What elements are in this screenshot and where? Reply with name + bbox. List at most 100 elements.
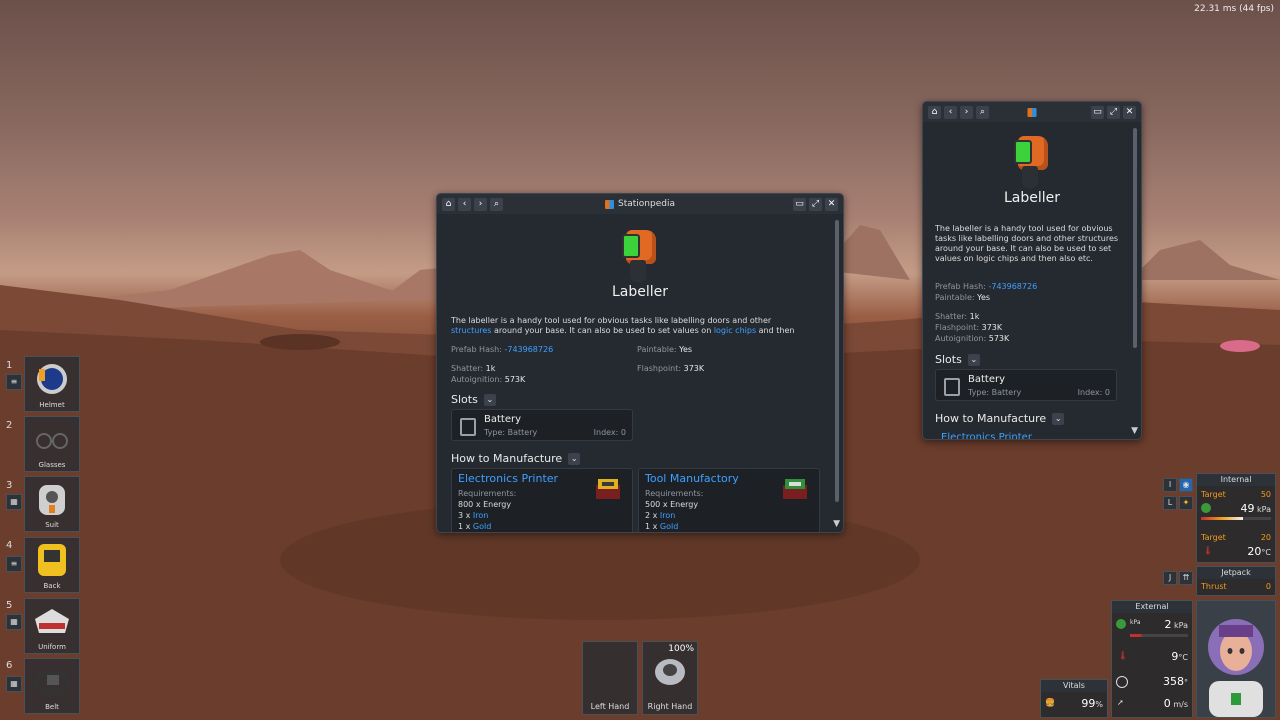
- prefab-hash: Prefab Hash: -743968726: [935, 282, 1037, 291]
- slot-label: Helmet: [39, 401, 65, 409]
- back-icon[interactable]: ‹: [458, 197, 471, 211]
- prefab-label: Prefab Hash:: [935, 282, 986, 291]
- close-icon[interactable]: ✕: [1123, 105, 1136, 119]
- desc-text: The labeller is a handy tool used for ob…: [451, 316, 772, 325]
- gold-link[interactable]: Gold: [660, 522, 678, 531]
- food-icon: 🍔: [1045, 698, 1055, 707]
- inventory-slot-helmet[interactable]: Helmet: [24, 356, 80, 412]
- slot-index: Index: 0: [1077, 388, 1110, 397]
- home-icon[interactable]: ⌂: [442, 197, 455, 211]
- battery-icon: [460, 418, 476, 436]
- light-icon[interactable]: ✦: [1179, 496, 1193, 510]
- slot-grid-icon[interactable]: ▦: [6, 494, 22, 510]
- inventory-slot-glasses[interactable]: Glasses: [24, 416, 80, 472]
- search-icon[interactable]: ⌕: [976, 105, 989, 119]
- item-title: Labeller: [611, 284, 669, 300]
- panel-title: Jetpack: [1197, 567, 1275, 579]
- slot-number: 2: [6, 420, 13, 431]
- chevron-down-icon[interactable]: ⌄: [1052, 412, 1065, 425]
- chevron-down-icon[interactable]: ⌄: [483, 393, 496, 406]
- recipe-card[interactable]: Tool Manufactory Requirements: 500 x Ene…: [638, 468, 820, 532]
- chevron-down-icon[interactable]: ⌄: [967, 353, 980, 366]
- inventory-slot-suit[interactable]: Suit: [24, 476, 80, 532]
- slot-grid-icon[interactable]: ▦: [6, 614, 22, 630]
- tool-manufactory-icon: [783, 479, 807, 499]
- manufacture-heading[interactable]: How to Manufacture ⌄: [451, 452, 581, 465]
- right-hand-slot[interactable]: 100% Right Hand: [642, 641, 698, 715]
- compass-icon: [1116, 676, 1128, 688]
- back-icon[interactable]: ‹: [944, 105, 957, 119]
- recipe-title[interactable]: Electronics Printer: [458, 472, 558, 485]
- book-icon: [605, 199, 615, 209]
- inventory-slot-uniform[interactable]: Uniform: [24, 598, 80, 654]
- iron-link[interactable]: Iron: [660, 511, 675, 520]
- req-label: Requirements:: [458, 489, 517, 498]
- expand-icon[interactable]: ⤢: [1107, 105, 1120, 119]
- chevron-down-icon[interactable]: ⌄: [568, 452, 581, 465]
- durability-percent: 100%: [668, 644, 694, 654]
- slot-number: 4: [6, 540, 13, 551]
- gold-link[interactable]: Gold: [473, 522, 491, 531]
- close-icon[interactable]: ✕: [825, 197, 838, 211]
- key-l-button[interactable]: L: [1163, 496, 1177, 510]
- forward-icon[interactable]: ›: [960, 105, 973, 119]
- duct-tape-icon: [655, 659, 685, 685]
- left-hand-slot[interactable]: Left Hand: [582, 641, 638, 715]
- minimize-icon[interactable]: ▭: [1091, 105, 1104, 119]
- slot-grid-icon[interactable]: ▦: [6, 676, 22, 692]
- scroll-down-icon[interactable]: ▼: [833, 519, 840, 529]
- paintable-value: Yes: [977, 293, 991, 302]
- key-i-button[interactable]: I: [1163, 478, 1177, 492]
- key-j-button[interactable]: J: [1163, 571, 1177, 585]
- autoignition-label: Autoignition:: [935, 334, 987, 343]
- home-icon[interactable]: ⌂: [928, 105, 941, 119]
- structures-link[interactable]: structures: [451, 326, 491, 335]
- thermometer-icon: 🌡: [1118, 651, 1129, 660]
- slot-menu-icon[interactable]: ≡: [6, 374, 22, 390]
- manufacture-heading[interactable]: How to Manufacture ⌄: [935, 412, 1065, 425]
- item-description: The labeller is a handy tool used for ob…: [935, 224, 1119, 263]
- expand-icon[interactable]: ⤢: [809, 197, 822, 211]
- slot-grid-icon[interactable]: ≡: [6, 556, 22, 572]
- recipe-requirements: Requirements: 800 x Energy 3 x Iron 1 x …: [458, 488, 516, 532]
- speed-icon: ➚: [1117, 698, 1124, 707]
- slot-battery[interactable]: Battery Type: Battery Index: 0: [935, 369, 1117, 401]
- recipe-title[interactable]: Tool Manufactory: [645, 472, 739, 485]
- recipe-peek[interactable]: Electronics Printer: [941, 432, 1032, 439]
- pressure-bar: [1201, 517, 1271, 520]
- req-qty: 2 x: [645, 511, 660, 520]
- target-label: Target: [1201, 490, 1226, 499]
- vitals-panel: Vitals 🍔 99%: [1040, 679, 1108, 718]
- req-qty: 1 x: [645, 522, 660, 531]
- degree-symbol: °: [1184, 678, 1188, 687]
- scroll-down-icon[interactable]: ▼: [1131, 426, 1138, 436]
- window-title-text: Stationpedia: [618, 199, 675, 209]
- slots-heading-text: Slots: [935, 353, 962, 366]
- prefab-value[interactable]: -743968726: [504, 345, 553, 354]
- inventory-slot-back[interactable]: Back: [24, 537, 80, 593]
- speed-unit: m/s: [1173, 700, 1188, 709]
- slot-label: Back: [43, 582, 61, 590]
- panel-title: Vitals: [1041, 680, 1107, 692]
- minimize-icon[interactable]: ▭: [793, 197, 806, 211]
- stationpedia-window: ⌂ ‹ › ⌕ Stationpedia ▭ ⤢ ✕ ▼ Labeller Th…: [436, 193, 844, 533]
- search-icon[interactable]: ⌕: [490, 197, 503, 211]
- iron-link[interactable]: Iron: [473, 511, 488, 520]
- temp-value: 20: [1247, 545, 1262, 558]
- inventory-slot-belt[interactable]: Belt: [24, 658, 80, 714]
- prefab-value[interactable]: -743968726: [988, 282, 1037, 291]
- window-title: [1027, 107, 1037, 117]
- recipe-card[interactable]: Electronics Printer Requirements: 800 x …: [451, 468, 633, 532]
- backpack-icon: [38, 544, 66, 576]
- forward-icon[interactable]: ›: [474, 197, 487, 211]
- heading-value: 358: [1163, 675, 1184, 688]
- globe-icon[interactable]: ◉: [1179, 478, 1193, 492]
- logic-chips-link[interactable]: logic chips: [714, 326, 756, 335]
- jetpack-icon[interactable]: ⇈: [1179, 571, 1193, 585]
- slots-heading[interactable]: Slots ⌄: [935, 353, 980, 366]
- stationpedia-side-window: ⌂ ‹ › ⌕ ▭ ⤢ ✕ ▼ Labeller The labeller is…: [922, 101, 1142, 440]
- book-icon: [1027, 107, 1037, 117]
- slot-battery[interactable]: Battery Type: Battery Index: 0: [451, 409, 633, 441]
- window-toolbar: ⌂ ‹ › ⌕ ▭ ⤢ ✕: [923, 102, 1141, 122]
- slots-heading[interactable]: Slots ⌄: [451, 393, 496, 406]
